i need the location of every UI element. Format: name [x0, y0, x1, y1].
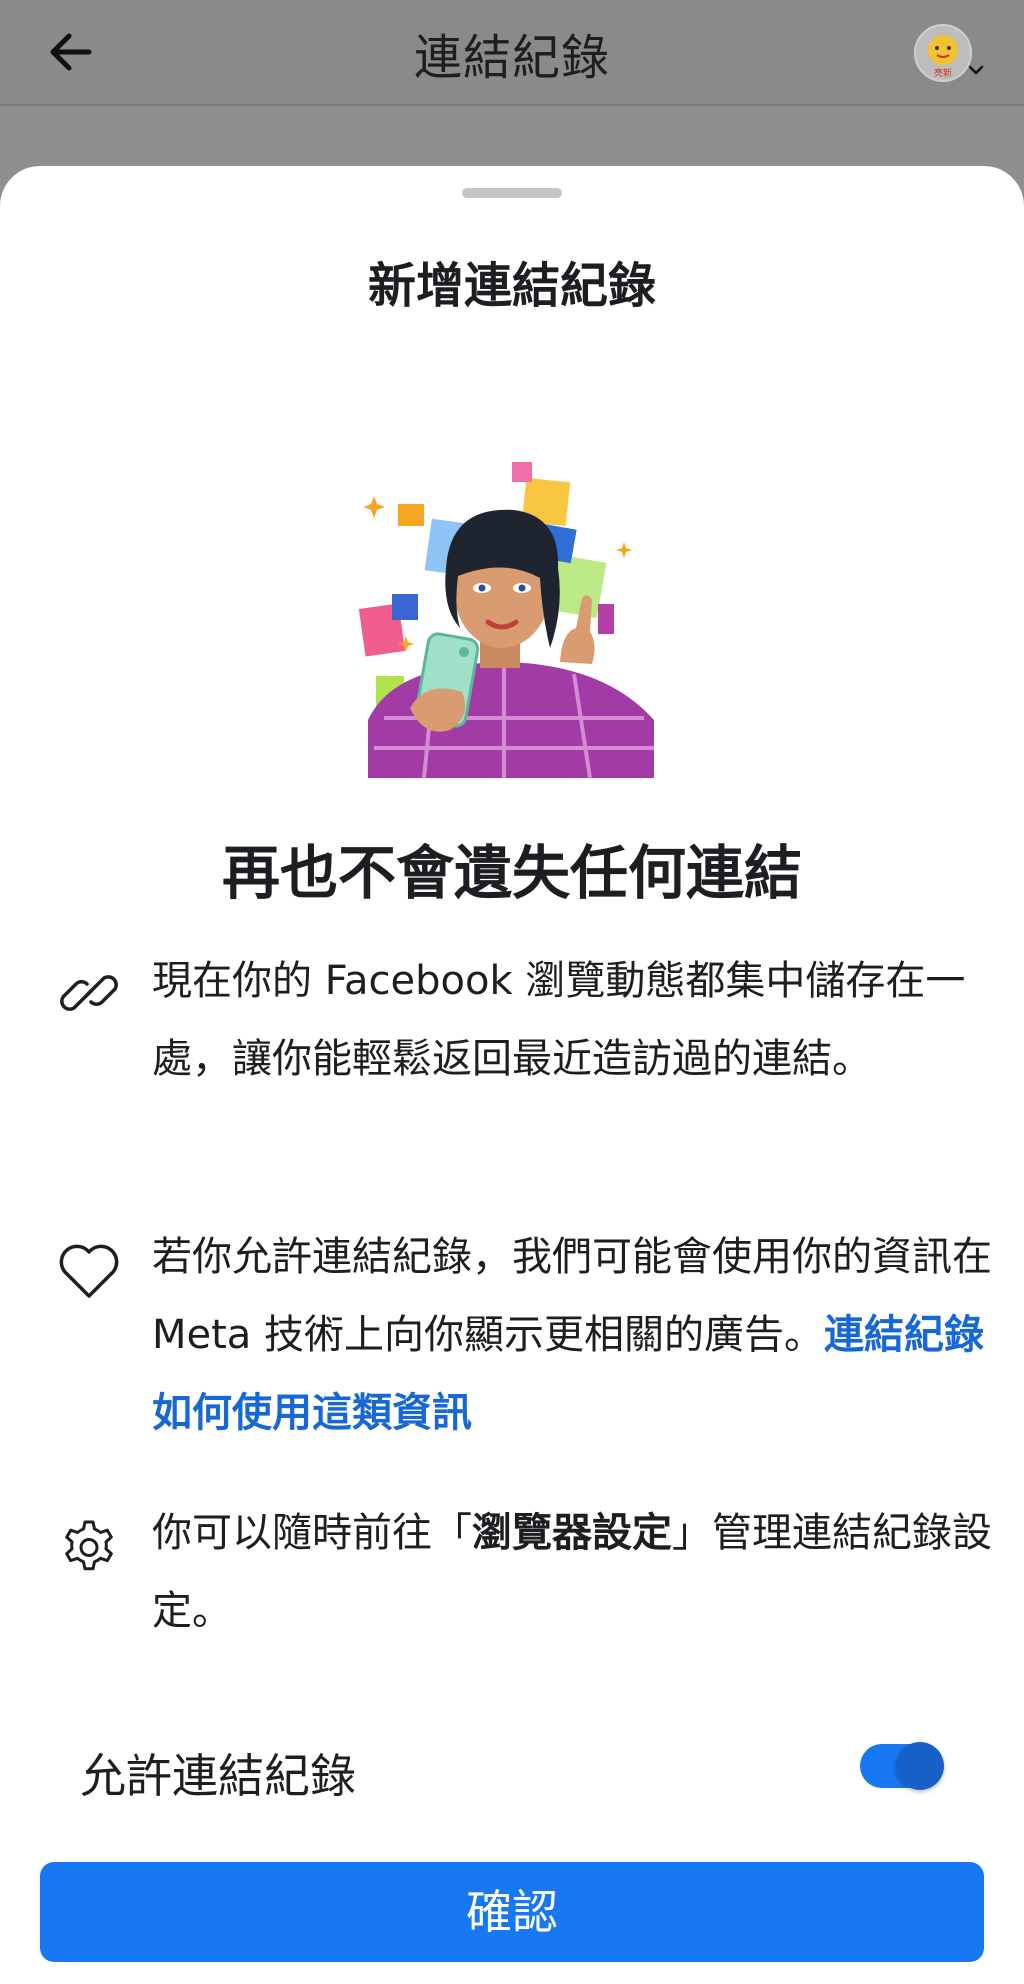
browser-settings-label: 瀏覽器設定: [472, 1510, 672, 1556]
sheet-headline: 再也不會遺失任何連結: [221, 839, 802, 907]
info-text-history: 現在你的 Facebook 瀏覽動態都集中儲存在一處，讓你能輕鬆返回最近造訪過的…: [152, 958, 966, 1082]
profile-switcher[interactable]: 亮新: [914, 22, 984, 84]
toggle-knob: [896, 1742, 944, 1790]
allow-link-history-toggle[interactable]: [860, 1742, 944, 1790]
sheet-drag-handle[interactable]: [462, 188, 562, 198]
link-history-sheet: 新增連結紀錄 再也不會遺失任何連結 現在你的 Facebook 瀏覽動態都集中儲…: [0, 166, 1024, 1984]
top-app-bar: 連結紀錄 亮新: [0, 0, 1024, 106]
link-icon: [60, 975, 118, 1011]
sheet-title: 新增連結紀錄: [367, 258, 656, 314]
chevron-down-icon: [968, 65, 984, 75]
avatar: 亮新: [914, 24, 972, 82]
person-with-phone-illustration: [358, 462, 662, 778]
confirm-button[interactable]: 確認: [40, 1862, 984, 1962]
gear-icon: [65, 1520, 113, 1571]
info-text-settings-before: 你可以隨時前往「: [152, 1510, 472, 1556]
allow-link-history-label: 允許連結紀錄: [80, 1749, 356, 1803]
heart-icon: [59, 1244, 119, 1298]
svg-text:亮新: 亮新: [934, 67, 952, 79]
allow-link-history-row: 允許連結紀錄: [80, 1732, 944, 1812]
page-title: 連結紀錄: [413, 30, 610, 86]
